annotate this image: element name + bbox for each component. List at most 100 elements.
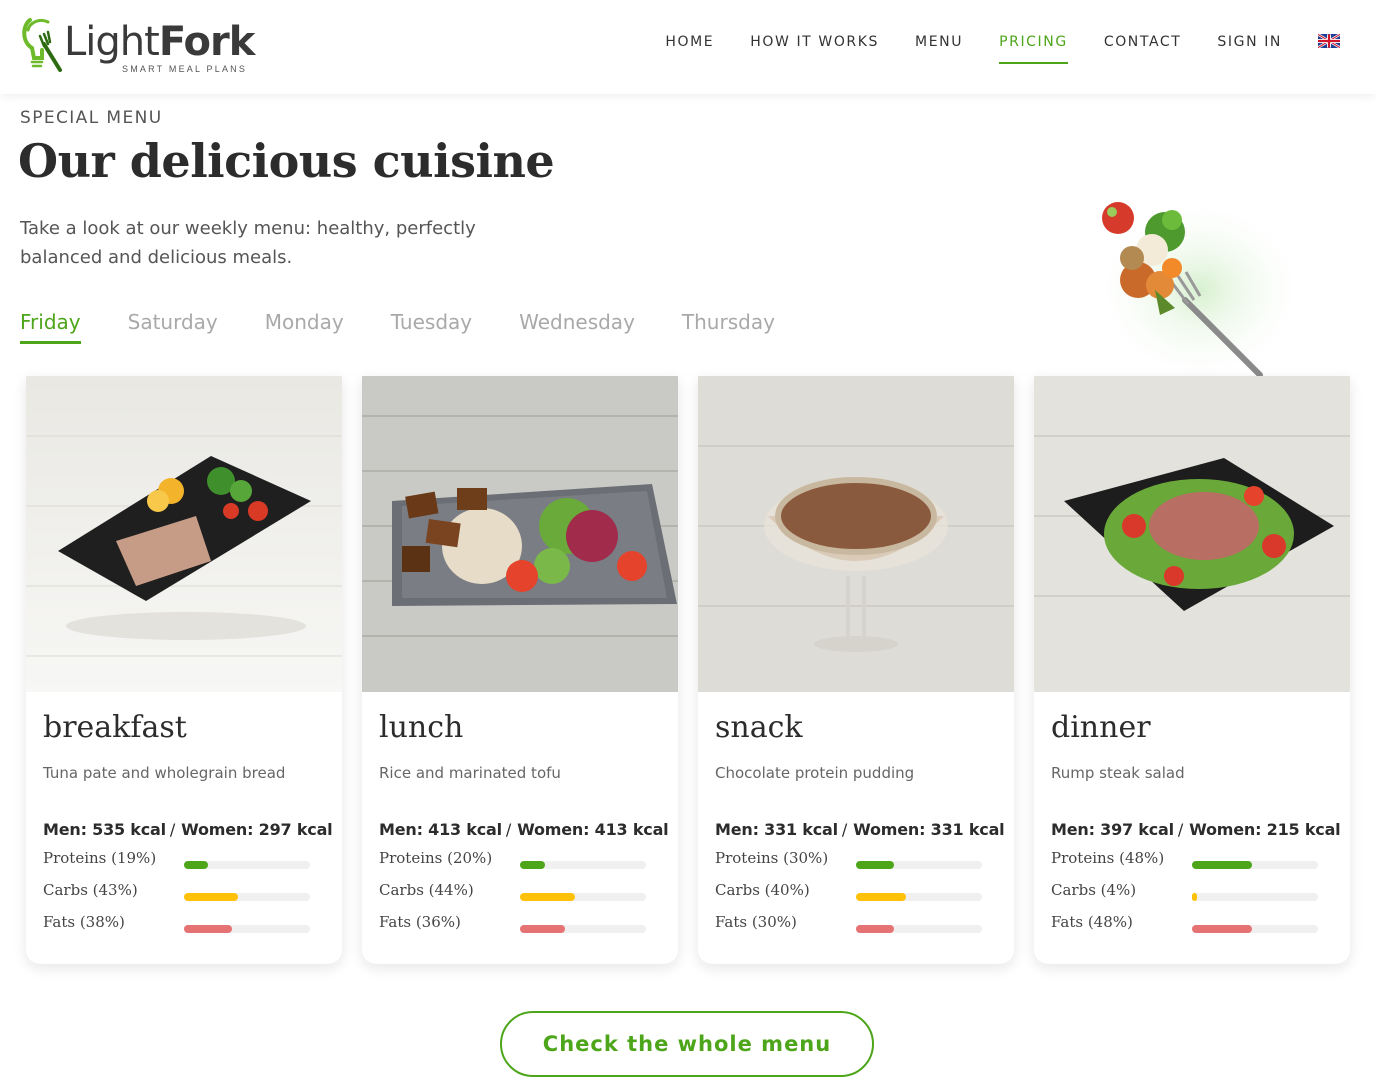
day-tabs: Friday Saturday Monday Tuesday Wednesday… xyxy=(20,310,822,344)
macro-bar-fill xyxy=(856,893,906,901)
macro-bar-fill xyxy=(184,925,232,933)
kcal-men: Men: 413 kcal xyxy=(379,820,502,839)
meal-description: Rice and marinated tofu xyxy=(379,764,561,782)
meal-name: breakfast xyxy=(43,710,187,745)
macro-track xyxy=(520,925,646,933)
page-title: Our delicious cuisine xyxy=(18,134,555,188)
macro-bar-fill xyxy=(520,861,545,869)
kcal-men: Men: 535 kcal xyxy=(43,820,166,839)
meal-calories: Men: 397 kcal / Women: 215 kcal xyxy=(1051,820,1341,839)
macro-label: Proteins (19%) xyxy=(43,849,157,867)
uk-flag-icon[interactable] xyxy=(1318,34,1340,48)
nav-sign-in[interactable]: SIGN IN xyxy=(1217,34,1282,56)
section-eyebrow: SPECIAL MENU xyxy=(20,108,163,128)
macro-track xyxy=(184,861,310,869)
macro-bar-fill xyxy=(856,861,894,869)
meal-calories: Men: 535 kcal / Women: 297 kcal xyxy=(43,820,333,839)
macro-label: Carbs (4%) xyxy=(1051,881,1137,899)
logo-tagline: SMART MEAL PLANS xyxy=(122,64,248,74)
macro-track xyxy=(1192,893,1318,901)
macro-proteins: Proteins (30%) xyxy=(715,839,997,871)
main-nav: HOME HOW IT WORKS MENU PRICING CONTACT S… xyxy=(629,34,1340,64)
macro-bar-fill xyxy=(1192,861,1252,869)
nav-how-it-works[interactable]: HOW IT WORKS xyxy=(750,34,879,56)
macro-label: Carbs (43%) xyxy=(43,881,138,899)
logo-wordmark: LightFork xyxy=(64,19,255,65)
meal-card-dinner[interactable]: dinner Rump steak salad Men: 397 kcal / Wo… xyxy=(1034,376,1350,964)
macro-proteins: Proteins (20%) xyxy=(379,839,661,871)
macro-bar-fill xyxy=(1192,925,1252,933)
meal-photo-breakfast xyxy=(26,376,342,692)
meal-name: lunch xyxy=(379,710,464,745)
meal-card-snack[interactable]: snack Chocolate protein pudding Men: 331… xyxy=(698,376,1014,964)
meal-card-lunch[interactable]: lunch Rice and marinated tofu Men: 413 k… xyxy=(362,376,678,964)
macro-bar-fill xyxy=(184,861,208,869)
meal-calories: Men: 331 kcal / Women: 331 kcal xyxy=(715,820,1005,839)
kcal-women: Women: 413 kcal xyxy=(517,820,669,839)
macro-carbs: Carbs (40%) xyxy=(715,871,997,903)
macro-track xyxy=(856,893,982,901)
meal-description: Rump steak salad xyxy=(1051,764,1185,782)
meal-calories: Men: 413 kcal / Women: 413 kcal xyxy=(379,820,669,839)
macro-track xyxy=(856,861,982,869)
macro-bar-fill xyxy=(520,925,565,933)
macro-track xyxy=(184,925,310,933)
macro-label: Fats (48%) xyxy=(1051,913,1133,931)
macro-bar-fill xyxy=(520,893,575,901)
macro-track xyxy=(1192,861,1318,869)
meal-photo-dinner xyxy=(1034,376,1350,692)
tab-monday[interactable]: Monday xyxy=(265,310,344,344)
nav-contact[interactable]: CONTACT xyxy=(1104,34,1182,56)
macro-bar-fill xyxy=(1192,893,1197,901)
bulb-fork-icon xyxy=(22,18,62,72)
macro-bar-fill xyxy=(856,925,894,933)
meal-photo-lunch xyxy=(362,376,678,692)
macro-proteins: Proteins (48%) xyxy=(1051,839,1333,871)
kcal-women: Women: 331 kcal xyxy=(853,820,1005,839)
nav-menu[interactable]: MENU xyxy=(915,34,963,56)
meal-photo-snack xyxy=(698,376,1014,692)
macro-proteins: Proteins (19%) xyxy=(43,839,325,871)
tab-friday[interactable]: Friday xyxy=(20,310,81,344)
section-lead: Take a look at our weekly menu: healthy,… xyxy=(20,218,476,268)
macro-label: Carbs (44%) xyxy=(379,881,474,899)
check-whole-menu-button[interactable]: Check the whole menu xyxy=(500,1011,874,1077)
macro-track xyxy=(184,893,310,901)
macro-track xyxy=(1192,925,1318,933)
macro-fats: Fats (48%) xyxy=(1051,903,1333,935)
kcal-men: Men: 397 kcal xyxy=(1051,820,1174,839)
macro-carbs: Carbs (44%) xyxy=(379,871,661,903)
meal-card-breakfast[interactable]: breakfast Tuna pate and wholegrain bread… xyxy=(26,376,342,964)
macro-carbs: Carbs (43%) xyxy=(43,871,325,903)
macro-label: Proteins (48%) xyxy=(1051,849,1165,867)
meal-description: Tuna pate and wholegrain bread xyxy=(43,764,286,782)
meal-cards: breakfast Tuna pate and wholegrain bread… xyxy=(26,376,1350,966)
macro-bar-fill xyxy=(184,893,238,901)
macro-label: Fats (36%) xyxy=(379,913,461,931)
kcal-women: Women: 215 kcal xyxy=(1189,820,1341,839)
macro-track xyxy=(520,893,646,901)
macro-fats: Fats (30%) xyxy=(715,903,997,935)
macro-label: Carbs (40%) xyxy=(715,881,810,899)
macro-track xyxy=(520,861,646,869)
macro-label: Fats (38%) xyxy=(43,913,125,931)
macro-fats: Fats (38%) xyxy=(43,903,325,935)
macro-fats: Fats (36%) xyxy=(379,903,661,935)
kcal-women: Women: 297 kcal xyxy=(181,820,333,839)
meal-name: snack xyxy=(715,710,803,745)
logo[interactable]: LightFork SMART MEAL PLANS xyxy=(20,14,260,78)
macro-track xyxy=(856,925,982,933)
macro-label: Proteins (30%) xyxy=(715,849,829,867)
tab-tuesday[interactable]: Tuesday xyxy=(391,310,472,344)
kcal-men: Men: 331 kcal xyxy=(715,820,838,839)
nav-home[interactable]: HOME xyxy=(665,34,714,56)
fork-with-food-image xyxy=(1090,195,1310,380)
nav-pricing[interactable]: PRICING xyxy=(999,34,1068,64)
tab-thursday[interactable]: Thursday xyxy=(682,310,775,344)
site-header: LightFork SMART MEAL PLANS HOME HOW IT W… xyxy=(0,0,1376,94)
meal-description: Chocolate protein pudding xyxy=(715,764,915,782)
tab-wednesday[interactable]: Wednesday xyxy=(519,310,635,344)
meal-name: dinner xyxy=(1051,710,1151,745)
macro-carbs: Carbs (4%) xyxy=(1051,871,1333,903)
tab-saturday[interactable]: Saturday xyxy=(128,310,218,344)
